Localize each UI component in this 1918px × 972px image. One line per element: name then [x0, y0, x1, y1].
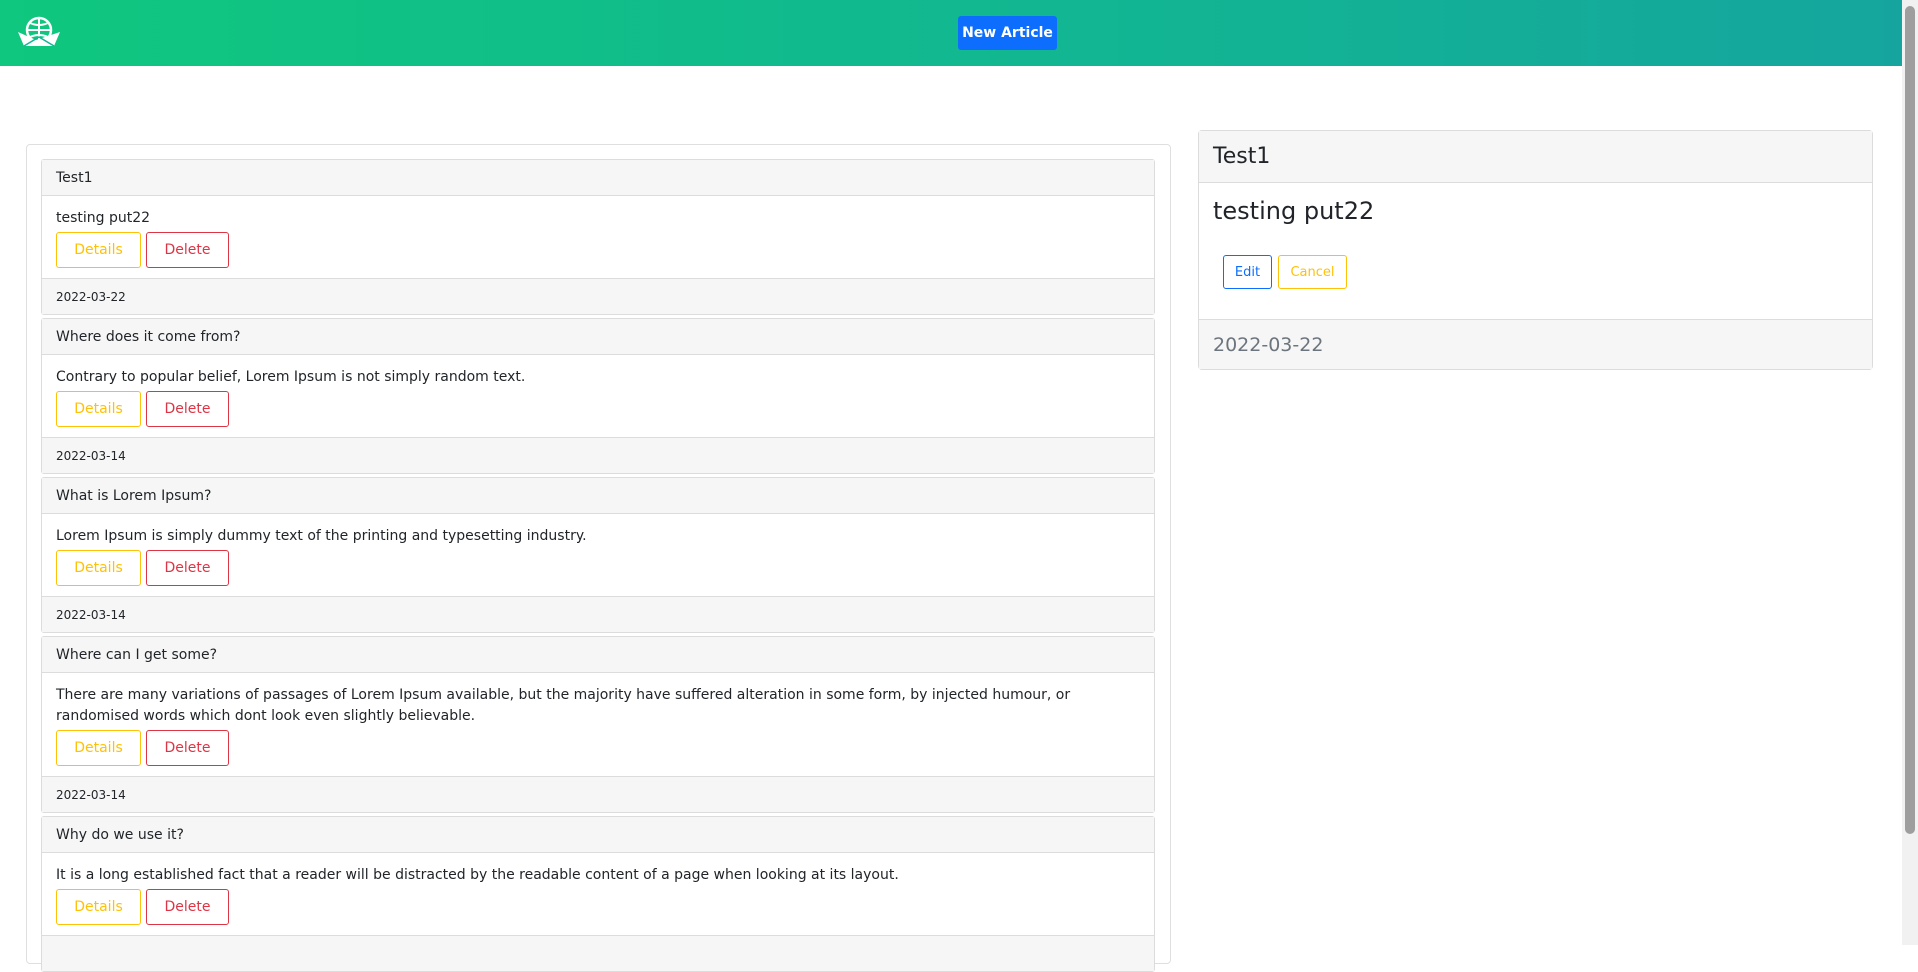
article-body: Lorem Ipsum is simply dummy text of the … [42, 514, 1154, 596]
delete-button[interactable]: Delete [146, 391, 229, 427]
article-title: Where can I get some? [42, 637, 1154, 673]
edit-button[interactable]: Edit [1223, 255, 1272, 289]
article-text: Contrary to popular belief, Lorem Ipsum … [56, 369, 526, 385]
article-card: Test1 testing put22 Details Delete 2022-… [41, 159, 1155, 315]
details-button[interactable]: Details [56, 889, 141, 925]
detail-title: Test1 [1199, 131, 1872, 183]
detail-date: 2022-03-22 [1199, 319, 1872, 369]
article-title: Where does it come from? [42, 319, 1154, 355]
article-body: testing put22 Details Delete [42, 196, 1154, 278]
article-text: Lorem Ipsum is simply dummy text of the … [56, 528, 587, 544]
article-date: 2022-03-22 [42, 278, 1154, 314]
article-date: 2022-03-14 [42, 437, 1154, 473]
article-date: 2022-03-14 [42, 776, 1154, 812]
article-body: Contrary to popular belief, Lorem Ipsum … [42, 355, 1154, 437]
article-card: Why do we use it? It is a long establish… [41, 816, 1155, 972]
delete-button[interactable]: Delete [146, 730, 229, 766]
new-article-button[interactable]: New Article [958, 16, 1057, 50]
delete-button[interactable]: Delete [146, 550, 229, 586]
article-card: What is Lorem Ipsum? Lorem Ipsum is simp… [41, 477, 1155, 633]
top-navbar: New Article [0, 0, 1902, 66]
delete-button[interactable]: Delete [146, 889, 229, 925]
scrollbar-thumb[interactable] [1905, 6, 1915, 834]
article-date [42, 935, 1154, 971]
cancel-button[interactable]: Cancel [1278, 255, 1347, 289]
article-title: Why do we use it? [42, 817, 1154, 853]
article-body: It is a long established fact that a rea… [42, 853, 1154, 935]
article-title: What is Lorem Ipsum? [42, 478, 1154, 514]
article-title: Test1 [42, 160, 1154, 196]
article-body: There are many variations of passages of… [42, 673, 1154, 776]
article-text: There are many variations of passages of… [56, 687, 1071, 724]
delete-button[interactable]: Delete [146, 232, 229, 268]
details-button[interactable]: Details [56, 550, 141, 586]
article-text: testing put22 [56, 210, 151, 226]
details-button[interactable]: Details [56, 232, 141, 268]
details-button[interactable]: Details [56, 730, 141, 766]
globe-envelope-logo-icon[interactable] [14, 14, 64, 50]
article-card: Where can I get some? There are many var… [41, 636, 1155, 813]
detail-text: testing put22 [1213, 197, 1375, 225]
details-button[interactable]: Details [56, 391, 141, 427]
article-text: It is a long established fact that a rea… [56, 867, 899, 883]
article-card: Where does it come from? Contrary to pop… [41, 318, 1155, 474]
article-detail-panel: Test1 testing put22 Edit Cancel 2022-03-… [1198, 130, 1873, 370]
detail-body: testing put22 Edit Cancel [1199, 183, 1872, 319]
article-date: 2022-03-14 [42, 596, 1154, 632]
